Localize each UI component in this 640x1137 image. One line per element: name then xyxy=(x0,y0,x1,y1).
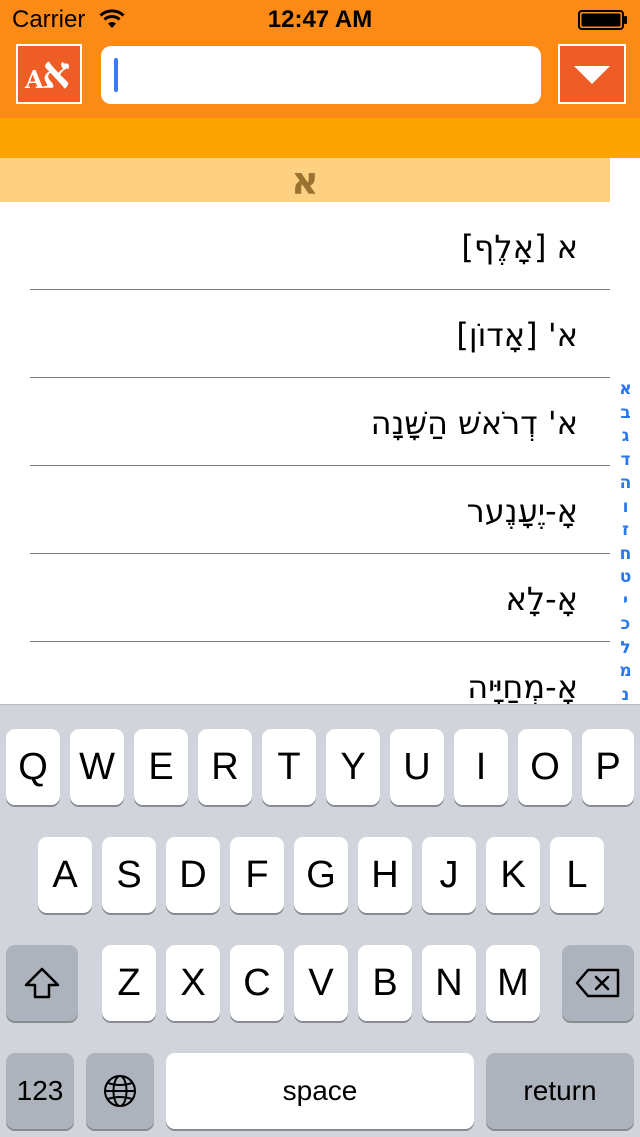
keyboard: Q W E R T Y U I O P A S D F G H J K L Z … xyxy=(0,704,640,1137)
key-k[interactable]: K xyxy=(486,837,540,913)
top-bar: Carrier 12:47 AM A א xyxy=(0,0,640,118)
entry-text: א' דְרֹאשׁ הַשָּׁנָה xyxy=(370,404,578,442)
key-a[interactable]: A xyxy=(38,837,92,913)
key-o[interactable]: O xyxy=(518,729,572,805)
dropdown-button[interactable] xyxy=(558,44,626,104)
key-v[interactable]: V xyxy=(294,945,348,1021)
key-l[interactable]: L xyxy=(550,837,604,913)
index-letter[interactable]: ג xyxy=(611,425,640,449)
search-input[interactable] xyxy=(101,46,541,104)
key-i[interactable]: I xyxy=(454,729,508,805)
hebrew-letter: א xyxy=(42,48,71,99)
index-letter[interactable]: י xyxy=(611,590,640,614)
filter-band xyxy=(0,118,640,158)
index-letter[interactable]: ד xyxy=(611,449,640,473)
key-t[interactable]: T xyxy=(262,729,316,805)
return-key-label: return xyxy=(523,1075,597,1106)
key-s[interactable]: S xyxy=(102,837,156,913)
numbers-key[interactable]: 123 xyxy=(6,1053,74,1129)
key-f[interactable]: F xyxy=(230,837,284,913)
space-key-label: space xyxy=(282,1075,358,1106)
index-letter[interactable]: מ xyxy=(611,660,640,684)
key-c[interactable]: C xyxy=(230,945,284,1021)
battery-icon xyxy=(578,10,627,30)
index-letter[interactable]: ו xyxy=(611,496,640,520)
key-j[interactable]: J xyxy=(422,837,476,913)
key-q[interactable]: Q xyxy=(6,729,60,805)
language-toggle-button[interactable]: A א xyxy=(16,44,82,104)
key-p[interactable]: P xyxy=(582,729,634,805)
chevron-down-icon xyxy=(574,66,610,84)
section-header: א xyxy=(0,158,610,203)
globe-key[interactable] xyxy=(86,1053,154,1129)
entry-text: א' [אָדוֹן] xyxy=(456,316,578,354)
clock: 12:47 AM xyxy=(267,6,373,33)
backspace-icon xyxy=(575,968,620,998)
key-g[interactable]: G xyxy=(294,837,348,913)
index-letter[interactable]: ה xyxy=(611,472,640,496)
key-e[interactable]: E xyxy=(134,729,188,805)
key-d[interactable]: D xyxy=(166,837,220,913)
key-b[interactable]: B xyxy=(358,945,412,1021)
delete-key[interactable] xyxy=(562,945,634,1021)
key-r[interactable]: R xyxy=(198,729,252,805)
text-caret xyxy=(114,58,118,92)
key-u[interactable]: U xyxy=(390,729,444,805)
index-letter[interactable]: א xyxy=(611,378,640,402)
shift-key[interactable] xyxy=(6,945,78,1021)
key-w[interactable]: W xyxy=(70,729,124,805)
list-item[interactable]: א [אָלֶף] xyxy=(0,202,610,290)
entry-text: אָ-יֶעָנֶער xyxy=(466,492,578,530)
list-item[interactable]: א' דְרֹאשׁ הַשָּׁנָה xyxy=(0,378,610,466)
index-letter[interactable]: ב xyxy=(611,402,640,426)
index-letter[interactable]: ט xyxy=(611,566,640,590)
index-letter[interactable]: ז xyxy=(611,519,640,543)
index-letter[interactable]: ח xyxy=(611,543,640,567)
entry-text: אָ-לָא xyxy=(505,580,578,618)
status-bar: Carrier 12:47 AM xyxy=(0,0,640,40)
latin-letter: A xyxy=(25,65,44,94)
list-item[interactable]: אָ-יֶעָנֶער xyxy=(0,466,610,554)
return-key[interactable]: return xyxy=(486,1053,634,1129)
space-key[interactable]: space xyxy=(166,1053,474,1129)
list-item[interactable]: א' [אָדוֹן] xyxy=(0,290,610,378)
entry-text: א [אָלֶף] xyxy=(461,228,578,266)
entry-text: אָ-מְחַיָּיה xyxy=(467,668,578,704)
key-m[interactable]: M xyxy=(486,945,540,1021)
alphabet-index[interactable]: א ב ג ד ה ו ז ח ט י כ ל מ נ xyxy=(611,378,640,704)
key-y[interactable]: Y xyxy=(326,729,380,805)
key-x[interactable]: X xyxy=(166,945,220,1021)
numbers-key-label: 123 xyxy=(16,1075,64,1106)
key-h[interactable]: H xyxy=(358,837,412,913)
shift-icon xyxy=(24,967,60,999)
index-letter[interactable]: נ xyxy=(611,684,640,705)
index-letter[interactable]: ל xyxy=(611,637,640,661)
list-item[interactable]: אָ-מְחַיָּיה xyxy=(0,642,610,704)
entry-list[interactable]: א [אָלֶף] א' [אָדוֹן] א' דְרֹאשׁ הַשָּׁנ… xyxy=(0,202,610,704)
key-z[interactable]: Z xyxy=(102,945,156,1021)
globe-icon xyxy=(104,1075,136,1107)
list-item[interactable]: אָ-לָא xyxy=(0,554,610,642)
key-n[interactable]: N xyxy=(422,945,476,1021)
index-letter[interactable]: כ xyxy=(611,613,640,637)
